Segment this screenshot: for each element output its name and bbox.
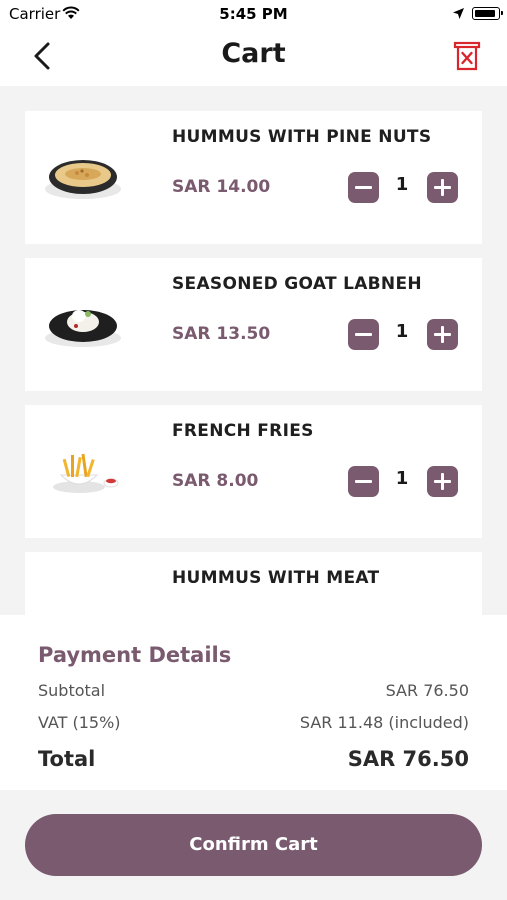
item-quantity: 1 <box>395 468 409 489</box>
total-label: Total <box>38 747 96 771</box>
page-title: Cart <box>221 38 286 69</box>
footer: Confirm Cart <box>0 790 507 900</box>
confirm-cart-button[interactable]: Confirm Cart <box>25 814 482 876</box>
cart-item: FRENCH FRIES SAR 8.00 1 <box>25 405 482 538</box>
payment-details: Payment Details Subtotal SAR 76.50 VAT (… <box>0 615 507 790</box>
status-bar: Carrier 5:45 PM <box>0 0 507 28</box>
status-time: 5:45 PM <box>219 5 288 23</box>
item-price: SAR 14.00 <box>172 177 271 197</box>
cart-item: SEASONED GOAT LABNEH SAR 13.50 1 <box>25 258 482 391</box>
decrease-quantity-button[interactable] <box>348 172 379 203</box>
increase-quantity-button[interactable] <box>427 172 458 203</box>
clear-cart-button[interactable] <box>452 40 482 72</box>
vat-label: VAT (15%) <box>38 713 121 732</box>
cart-item: HUMMUS WITH PINE NUTS SAR 14.00 1 <box>25 111 482 244</box>
increase-quantity-button[interactable] <box>427 466 458 497</box>
cart-item: HUMMUS WITH MEAT <box>25 552 482 615</box>
trash-icon <box>453 41 481 71</box>
item-quantity: 1 <box>395 174 409 195</box>
item-name: SEASONED GOAT LABNEH <box>172 274 422 294</box>
item-price: SAR 13.50 <box>172 324 271 344</box>
decrease-quantity-button[interactable] <box>348 466 379 497</box>
battery-icon <box>472 7 503 20</box>
item-quantity: 1 <box>395 321 409 342</box>
nav-bar: Cart <box>0 28 507 86</box>
decrease-quantity-button[interactable] <box>348 319 379 350</box>
item-name: FRENCH FRIES <box>172 421 314 441</box>
increase-quantity-button[interactable] <box>427 319 458 350</box>
total-value: SAR 76.50 <box>347 747 469 771</box>
subtotal-value: SAR 76.50 <box>385 681 469 700</box>
location-arrow-icon <box>453 8 464 19</box>
item-price: SAR 8.00 <box>172 471 259 491</box>
payment-title: Payment Details <box>38 643 232 667</box>
vat-value: SAR 11.48 (included) <box>299 713 469 732</box>
subtotal-label: Subtotal <box>38 681 106 700</box>
item-name: HUMMUS WITH MEAT <box>172 568 380 588</box>
hummus-pine-nuts-image <box>45 160 121 199</box>
item-name: HUMMUS WITH PINE NUTS <box>172 127 432 147</box>
cart-items-list[interactable]: HUMMUS WITH PINE NUTS SAR 14.00 1 SEASON… <box>0 86 507 615</box>
french-fries-image <box>53 453 119 493</box>
goat-labneh-image <box>45 310 121 347</box>
